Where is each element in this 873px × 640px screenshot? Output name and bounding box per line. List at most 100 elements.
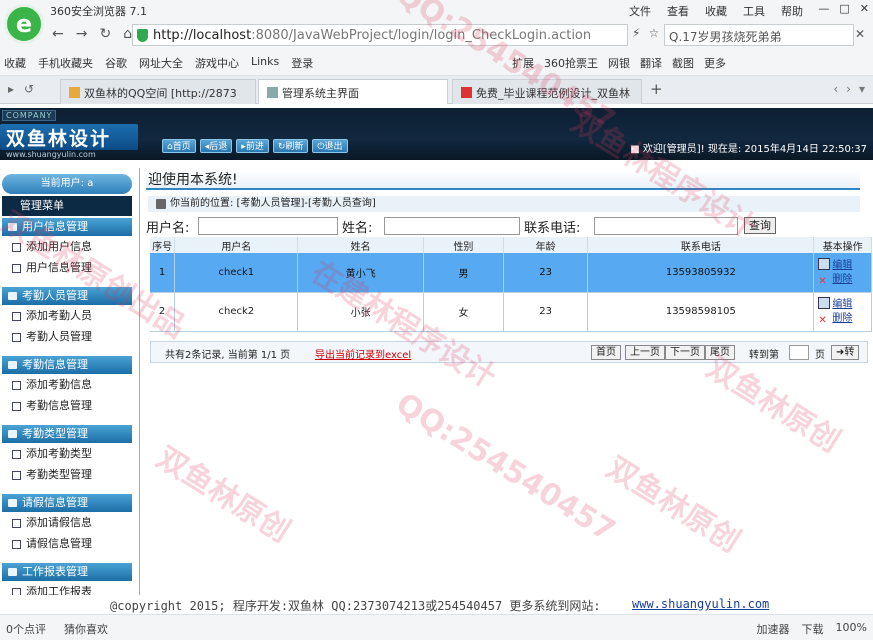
tab-scroll-left-icon[interactable]: ‹ <box>833 82 838 96</box>
address-bar-row: ← → ↻ ⌂ http://localhost :8080/JavaWebPr… <box>0 20 873 50</box>
next-page-button[interactable]: 下一页 <box>665 345 705 360</box>
website-link[interactable]: www.shuangyulin.com <box>632 597 769 611</box>
sidebar-item-manage-staff[interactable]: 考勤人员管理 <box>2 326 132 347</box>
back-icon[interactable]: ← <box>52 26 64 42</box>
go-button[interactable]: ➜转 <box>831 345 860 360</box>
nav-refresh-button[interactable]: ↻刷新 <box>272 139 309 153</box>
group-header[interactable]: 考勤人员管理 <box>2 287 132 305</box>
bookmark-sites[interactable]: 网址大全 <box>139 55 183 71</box>
tab-qq-space[interactable]: 双鱼林的QQ空间 [http://2873 <box>60 79 256 104</box>
brand-logo: 双鱼林设计 <box>0 124 138 150</box>
edit-link[interactable]: 编辑 <box>818 297 871 312</box>
toolbar-extensions[interactable]: 扩展 <box>512 55 534 71</box>
status-recommend[interactable]: 猜你喜欢 <box>64 621 108 637</box>
bookmark-favorites[interactable]: 收藏 <box>4 55 26 71</box>
page-number-field[interactable] <box>789 345 809 360</box>
nav-back-button[interactable]: ◂后退 <box>199 139 233 153</box>
toolbar-more[interactable]: 更多 <box>704 55 726 71</box>
label-username: 用户名: <box>146 221 190 236</box>
sidebar-item-manage-type[interactable]: 考勤类型管理 <box>2 464 132 485</box>
sidebar-item-add-attendance[interactable]: 添加考勤信息 <box>2 374 132 395</box>
username-field[interactable] <box>198 217 338 235</box>
status-comments[interactable]: 0个点评 <box>6 621 46 637</box>
sidebar-item-manage-attendance[interactable]: 考勤信息管理 <box>2 395 132 416</box>
delete-link[interactable]: ✕ 删除 <box>818 273 871 287</box>
sidebar-item-manage-user[interactable]: 用户信息管理 <box>2 257 132 278</box>
nav-logout-button[interactable]: ⏻退出 <box>312 139 348 153</box>
group-header[interactable]: 用户信息管理 <box>2 218 132 236</box>
sidebar-group-attendance: 考勤信息管理 添加考勤信息 考勤信息管理 <box>2 356 132 416</box>
browser-logo-icon[interactable]: e <box>4 4 44 44</box>
cell-name: 小张 <box>297 292 424 332</box>
sidebar-item-add-leave[interactable]: 添加请假信息 <box>2 512 132 533</box>
close-icon[interactable]: ✕ <box>855 27 865 41</box>
bookmark-star-icon[interactable]: ☆ <box>648 26 659 40</box>
url-field[interactable]: http://localhost :8080/JavaWebProject/lo… <box>132 24 628 46</box>
status-zoom[interactable]: 100% <box>836 621 867 637</box>
cell-actions: 编辑 ✕ 删除 <box>813 253 872 293</box>
group-header[interactable]: 考勤信息管理 <box>2 356 132 374</box>
tab-list-icon[interactable]: ▾ <box>859 82 865 96</box>
sidebar-toggle-icon[interactable]: ▸ <box>8 82 14 96</box>
first-page-button[interactable]: 首页 <box>591 345 621 360</box>
status-download[interactable]: 下载 <box>802 621 824 637</box>
sidebar-item-manage-leave[interactable]: 请假信息管理 <box>2 533 132 554</box>
close-window-icon[interactable]: ✕ <box>860 2 869 15</box>
last-page-button[interactable]: 尾页 <box>705 345 735 360</box>
staff-table: 序号 用户名 姓名 性别 年龄 联系电话 基本操作 1 check1 黄小飞 男… <box>150 237 872 332</box>
bookmark-links[interactable]: Links <box>251 55 279 71</box>
bookmark-games[interactable]: 游戏中心 <box>195 55 239 71</box>
refresh-icon[interactable]: ↻ <box>99 26 111 42</box>
forward-icon[interactable]: → <box>76 26 88 42</box>
bookmark-login[interactable]: 登录 <box>291 55 313 71</box>
toolbar-translate[interactable]: 翻译 <box>640 55 662 71</box>
delete-link[interactable]: ✕ 删除 <box>818 312 871 326</box>
bookmark-mobile[interactable]: 手机收藏夹 <box>38 55 93 71</box>
minimize-icon[interactable]: — <box>818 2 829 15</box>
speed-mode-icon[interactable]: ⚡ <box>632 26 640 40</box>
edit-link[interactable]: 编辑 <box>818 257 871 273</box>
status-accelerator[interactable]: 加速器 <box>757 621 790 637</box>
group-header[interactable]: 请假信息管理 <box>2 494 132 512</box>
table-row[interactable]: 1 check1 黄小飞 男 23 13593805932 编辑 ✕ 删除 <box>150 253 872 293</box>
search-form: 用户名: 姓名: 联系电话: 查询 <box>146 217 860 237</box>
bookmarks-bar: 收藏 手机收藏夹 谷歌 网址大全 游戏中心 Links 登录 扩展 360抢票王… <box>0 50 873 76</box>
sidebar-item-add-user[interactable]: 添加用户信息 <box>2 236 132 257</box>
col-name: 姓名 <box>297 237 424 253</box>
tab-free-course[interactable]: 免费_毕业课程范例设计_双鱼林 <box>452 79 642 104</box>
group-header[interactable]: 考勤类型管理 <box>2 425 132 443</box>
nav-home-button[interactable]: ⌂首页 <box>162 139 196 153</box>
sidebar-item-add-staff[interactable]: 添加考勤人员 <box>2 305 132 326</box>
home-icon[interactable]: ⌂ <box>123 26 132 42</box>
menu-tools[interactable]: 工具 <box>743 3 765 19</box>
toolbar-bank[interactable]: 网银 <box>608 55 630 71</box>
search-input[interactable]: Q.17岁男孩烧死弟弟 <box>664 24 854 46</box>
prev-page-button[interactable]: 上一页 <box>625 345 665 360</box>
toolbar-screenshot[interactable]: 截图 <box>672 55 694 71</box>
bookmark-google[interactable]: 谷歌 <box>105 55 127 71</box>
export-excel-link[interactable]: 导出当前记录到excel <box>315 346 411 361</box>
menu-file[interactable]: 文件 <box>629 3 651 19</box>
app-nav: ⌂首页 ◂后退 ▸前进 ↻刷新 ⏻退出 <box>162 139 348 153</box>
url-path: :8080/JavaWebProject/login/login_CheckLo… <box>251 27 592 43</box>
sidebar-item-add-type[interactable]: 添加考勤类型 <box>2 443 132 464</box>
tab-scroll-right-icon[interactable]: › <box>846 82 851 96</box>
group-header[interactable]: 工作报表管理 <box>2 563 132 581</box>
label-name: 姓名: <box>342 221 373 236</box>
main-content: 迎使用本系统! 你当前的位置: [考勤人员管理]-[考勤人员查询] 用户名: 姓… <box>146 168 873 605</box>
menu-view[interactable]: 查看 <box>667 3 689 19</box>
phone-field[interactable] <box>594 217 738 235</box>
maximize-icon[interactable]: □ <box>839 2 849 15</box>
query-button[interactable]: 查询 <box>744 217 776 234</box>
toolbar-tickets[interactable]: 360抢票王 <box>544 55 598 71</box>
undo-close-icon[interactable]: ↺ <box>24 82 34 96</box>
tab-label: 管理系统主界面 <box>282 87 359 100</box>
menu-help[interactable]: 帮助 <box>781 3 803 19</box>
menu-favorites[interactable]: 收藏 <box>705 3 727 19</box>
nav-forward-button[interactable]: ▸前进 <box>236 139 269 153</box>
name-field[interactable] <box>384 217 520 235</box>
new-tab-icon[interactable]: + <box>650 80 663 98</box>
url-host: http://localhost <box>153 27 252 43</box>
tab-admin-main[interactable]: 管理系统主界面 <box>258 79 448 104</box>
table-row[interactable]: 2 check2 小张 女 23 13598598105 编辑 ✕ 删除 <box>150 292 872 332</box>
